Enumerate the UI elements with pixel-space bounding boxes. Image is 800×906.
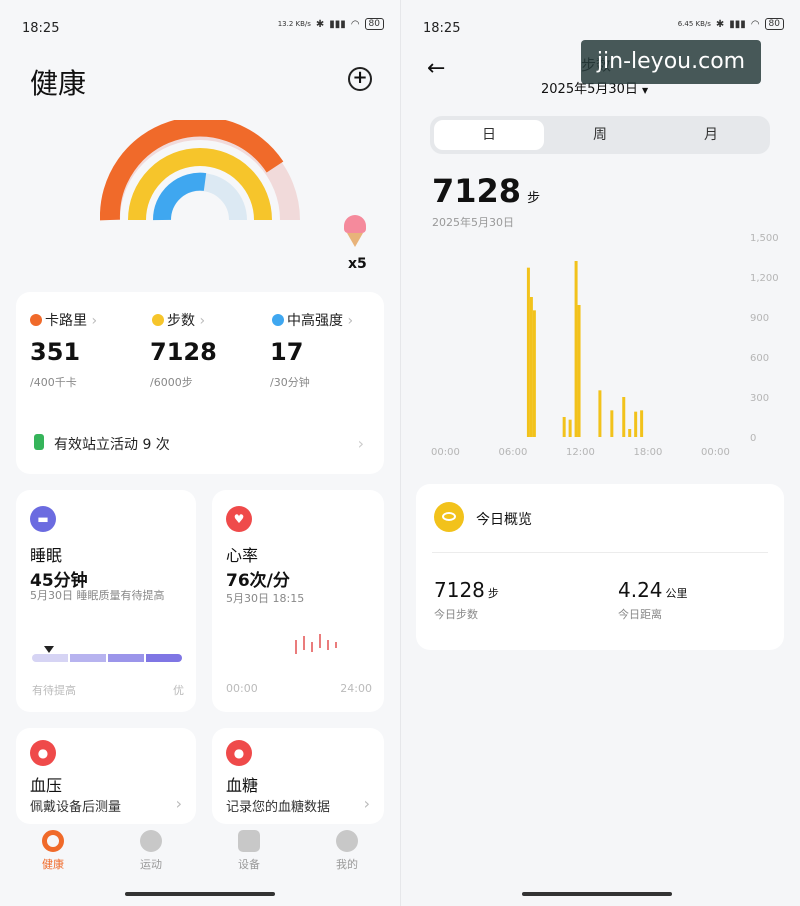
net-speed: 13.2 KB/s xyxy=(277,20,311,28)
bed-icon: ▬ xyxy=(30,506,56,532)
tab-week[interactable]: 周 xyxy=(545,120,655,150)
nav-sport[interactable]: 运动 xyxy=(116,830,186,872)
step-bar[interactable] xyxy=(574,261,578,437)
page-title: 健康 xyxy=(30,67,87,100)
blood-pressure-icon: ● xyxy=(30,740,56,766)
home-indicator xyxy=(522,892,672,896)
x-tick-label: 12:00 xyxy=(566,447,595,458)
heart-card[interactable]: ♥ 心率 76次/分 5月30日 18:15 00:00 24:00 xyxy=(212,490,384,712)
dropdown-icon: ▼ xyxy=(642,86,649,95)
sleep-card[interactable]: ▬ 睡眠 45分钟 5月30日 睡眠质量有待提高 有待提高 优 xyxy=(16,490,196,712)
tab-day[interactable]: 日 xyxy=(434,120,544,150)
step-bar[interactable] xyxy=(526,267,530,437)
step-bar[interactable] xyxy=(577,305,581,437)
watch-icon xyxy=(238,830,260,852)
step-bar[interactable] xyxy=(610,410,614,437)
home-indicator xyxy=(125,892,275,896)
period-tabs: 日 周 月 xyxy=(430,116,770,154)
blood-pressure-card[interactable]: ● 血压 佩戴设备后测量 › xyxy=(16,728,196,824)
ov-distance-value: 4.24 公里 xyxy=(618,578,688,602)
eye-icon xyxy=(434,502,464,532)
drop-icon: ● xyxy=(226,740,252,766)
ov-steps-value: 7128 步 xyxy=(434,578,499,602)
stand-text: 有效站立活动 9 次 xyxy=(54,437,170,453)
x-tick-label: 00:00 xyxy=(701,447,730,458)
x-tick-label: 00:00 xyxy=(431,447,460,458)
battery-icon: 80 xyxy=(764,18,784,30)
clock-icon xyxy=(272,314,284,326)
net-speed: 6.45 KB/s xyxy=(677,20,711,28)
signal-icon: ▮▮▮ xyxy=(729,18,746,30)
step-bar[interactable] xyxy=(634,411,638,437)
shoe-icon xyxy=(152,314,164,326)
heart-icon: ♥ xyxy=(226,506,252,532)
status-time: 18:25 xyxy=(423,21,461,36)
status-time: 18:25 xyxy=(22,21,60,36)
step-bar[interactable] xyxy=(628,429,632,437)
y-tick-label: 600 xyxy=(750,353,769,364)
heart-value: 76次/分 xyxy=(226,571,290,591)
status-bar: 18:25 13.2 KB/s ✱ ▮▮▮ ◠ 80 xyxy=(0,0,400,56)
y-tick-label: 0 xyxy=(750,433,756,444)
stand-icon xyxy=(34,434,44,450)
health-screen: 18:25 13.2 KB/s ✱ ▮▮▮ ◠ 80 健康 + x5 卡路里 ›… xyxy=(0,0,400,906)
battery-icon: 80 xyxy=(364,18,384,30)
step-bar[interactable] xyxy=(640,410,644,437)
step-bar[interactable] xyxy=(532,310,536,437)
x-tick-label: 18:00 xyxy=(634,447,663,458)
y-tick-label: 1,200 xyxy=(750,273,779,284)
flame-icon xyxy=(30,314,42,326)
summary-card[interactable]: 卡路里 › 步数 › 中高强度 › 351 7128 17 /400千卡 /60… xyxy=(16,292,384,474)
step-bar[interactable] xyxy=(562,417,566,437)
add-icon[interactable]: + xyxy=(348,67,372,91)
tab-month[interactable]: 月 xyxy=(656,120,766,150)
ice-cream-icon[interactable] xyxy=(344,215,366,247)
y-tick-label: 1,500 xyxy=(750,233,779,244)
step-bar[interactable] xyxy=(598,390,602,437)
run-icon xyxy=(140,830,162,852)
intensity-value: 17 xyxy=(270,338,304,366)
user-icon xyxy=(336,830,358,852)
nav-health[interactable]: 健康 xyxy=(18,830,88,872)
step-bar[interactable] xyxy=(622,397,626,437)
chevron-right-icon: › xyxy=(363,794,370,813)
activity-rings[interactable] xyxy=(100,120,300,225)
calories-value: 351 xyxy=(30,338,81,366)
health-icon xyxy=(42,830,64,852)
chevron-right-icon: › xyxy=(175,794,182,813)
back-arrow-icon[interactable]: ← xyxy=(427,56,445,81)
chevron-right-icon: › xyxy=(357,434,364,453)
blood-sugar-card[interactable]: ● 血糖 记录您的血糖数据 › xyxy=(212,728,384,824)
steps-total: 7128 步 xyxy=(432,172,541,210)
marker-icon xyxy=(44,646,54,653)
steps-chart[interactable]: 1,500 1,200 900 600 300 0 00:00 06:00 12:00 18:00… xyxy=(415,225,785,470)
steps-value: 7128 xyxy=(150,338,217,366)
y-tick-label: 900 xyxy=(750,313,769,324)
wifi-icon: ◠ xyxy=(350,18,360,30)
sleep-quality-bar xyxy=(32,654,182,662)
step-bar[interactable] xyxy=(529,297,533,437)
heart-sparkline xyxy=(295,634,337,654)
watermark: jin-leyou.com xyxy=(581,40,761,84)
signal-icon: ▮▮▮ xyxy=(329,18,346,30)
nav-me[interactable]: 我的 xyxy=(312,830,382,872)
bluetooth-icon: ✱ xyxy=(715,18,725,30)
x-tick-label: 06:00 xyxy=(499,447,528,458)
step-bar[interactable] xyxy=(568,419,572,437)
y-tick-label: 300 xyxy=(750,393,769,404)
overview-card[interactable]: 今日概览 7128 步 今日步数 4.24 公里 今日距离 xyxy=(416,484,784,650)
nav-device[interactable]: 设备 xyxy=(214,830,284,872)
reward-count: x5 xyxy=(348,256,367,272)
wifi-icon: ◠ xyxy=(750,18,760,30)
bluetooth-icon: ✱ xyxy=(315,18,325,30)
